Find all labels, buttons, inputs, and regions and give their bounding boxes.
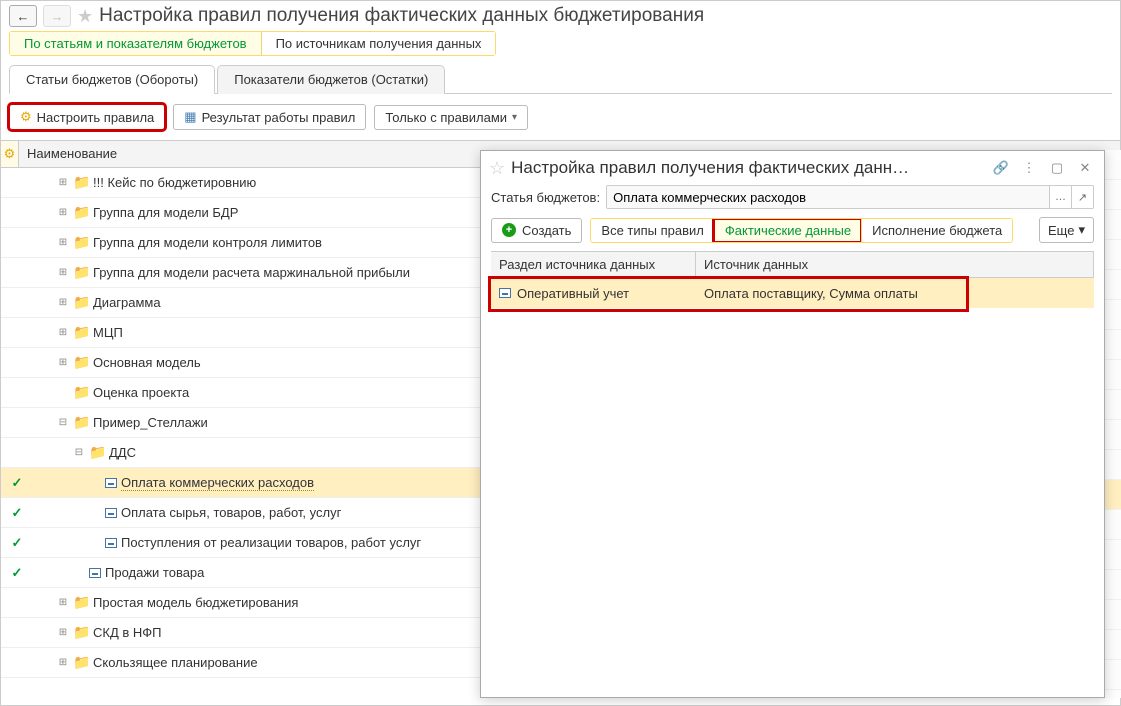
configure-rules-button[interactable]: ⚙ Настроить правила <box>9 104 165 130</box>
check-icon: ✓ <box>1 535 33 551</box>
grid-cell-section: Оперативный учет <box>517 286 629 301</box>
rule-type-tabs: Все типы правил Фактические данные Испол… <box>590 218 1013 243</box>
chevron-down-icon: ▾ <box>1078 222 1085 238</box>
rules-result-button[interactable]: ▦ Результат работы правил <box>173 104 366 130</box>
back-button[interactable]: ← <box>9 5 37 27</box>
dialog-title: Настройка правил получения фактических д… <box>511 158 984 178</box>
expand-icon[interactable]: ⊞ <box>57 597 69 608</box>
tab-budget-exec[interactable]: Исполнение бюджета <box>861 219 1012 242</box>
plus-icon: + <box>502 223 516 237</box>
grid-col-source[interactable]: Источник данных <box>696 252 1094 277</box>
tree-row-label: Основная модель <box>93 355 201 370</box>
item-icon <box>105 508 117 518</box>
tab-all-types[interactable]: Все типы правил <box>591 219 713 242</box>
tree-row-label: СКД в НФП <box>93 625 162 640</box>
grid-col-section[interactable]: Раздел источника данных <box>491 252 696 277</box>
tree-row-label: Простая модель бюджетирования <box>93 595 298 610</box>
folder-icon: 📁 <box>89 444 105 461</box>
only-with-rules-button[interactable]: Только с правилами ▾ <box>374 105 528 130</box>
tree-row-label: Оценка проекта <box>93 385 189 400</box>
folder-icon: 📁 <box>73 654 89 671</box>
folder-icon: 📁 <box>73 264 89 281</box>
check-icon: ✓ <box>1 475 33 491</box>
check-icon: ✓ <box>1 505 33 521</box>
forward-button[interactable]: → <box>43 5 71 27</box>
tree-row-label: !!! Кейс по бюджетировнию <box>93 175 256 190</box>
favorite-star-icon[interactable]: ☆ <box>489 158 505 179</box>
tab-actual-data[interactable]: Фактические данные <box>714 219 861 242</box>
article-input[interactable] <box>607 186 1049 208</box>
gear-icon[interactable]: ⚙ <box>1 141 19 167</box>
item-icon <box>105 538 117 548</box>
folder-icon: 📁 <box>73 204 89 221</box>
tree-row-label: Скользящее планирование <box>93 655 258 670</box>
expand-icon[interactable]: ⊞ <box>57 327 69 338</box>
close-icon[interactable]: ✕ <box>1074 157 1096 179</box>
folder-icon: 📁 <box>73 594 89 611</box>
create-button[interactable]: + Создать <box>491 218 582 243</box>
favorite-star-icon[interactable]: ★ <box>77 6 93 27</box>
create-label: Создать <box>522 223 571 238</box>
gear-icon: ⚙ <box>20 109 32 125</box>
folder-icon: 📁 <box>73 414 89 431</box>
expand-icon[interactable]: ⊞ <box>57 237 69 248</box>
tree-row-label: Продажи товара <box>105 565 204 580</box>
only-with-rules-label: Только с правилами <box>385 110 507 125</box>
filter-by-articles[interactable]: По статьям и показателям бюджетов <box>10 32 262 55</box>
folder-icon: 📁 <box>73 294 89 311</box>
page-title: Настройка правил получения фактических д… <box>99 5 704 27</box>
tree-row-label: Поступления от реализации товаров, работ… <box>121 535 421 550</box>
grid-cell-source: Оплата поставщику, Сумма оплаты <box>696 286 1094 301</box>
item-icon <box>499 288 511 298</box>
open-external-icon[interactable]: ↗ <box>1071 186 1093 208</box>
folder-icon: 📁 <box>73 324 89 341</box>
tab-indicators[interactable]: Показатели бюджетов (Остатки) <box>217 65 445 94</box>
rules-result-label: Результат работы правил <box>202 110 356 125</box>
expand-icon[interactable]: ⊞ <box>57 207 69 218</box>
expand-icon[interactable]: ⊞ <box>57 627 69 638</box>
article-field-label: Статья бюджетов: <box>491 190 600 205</box>
folder-icon: 📁 <box>73 624 89 641</box>
more-label: Еще <box>1048 223 1074 238</box>
right-strip <box>1103 150 1121 698</box>
item-icon <box>105 478 117 488</box>
chevron-down-icon: ▾ <box>512 112 517 123</box>
rules-dialog: ☆ Настройка правил получения фактических… <box>480 150 1105 698</box>
ellipsis-icon[interactable]: … <box>1049 186 1071 208</box>
expand-icon[interactable]: ⊞ <box>57 657 69 668</box>
tree-row-label: Группа для модели БДР <box>93 205 238 220</box>
tab-articles[interactable]: Статьи бюджетов (Обороты) <box>9 65 215 94</box>
collapse-icon[interactable]: ⊟ <box>57 417 69 428</box>
tree-row-label: Оплата сырья, товаров, работ, услуг <box>121 505 341 520</box>
collapse-icon[interactable]: ⊟ <box>73 447 85 458</box>
kebab-icon[interactable]: ⋮ <box>1018 157 1040 179</box>
tree-row-label: МЦП <box>93 325 123 340</box>
grid-header: Раздел источника данных Источник данных <box>491 251 1094 278</box>
item-icon <box>89 568 101 578</box>
scope-filter: По статьям и показателям бюджетов По ист… <box>9 31 496 56</box>
chart-icon: ▦ <box>184 109 196 125</box>
sub-tabs: Статьи бюджетов (Обороты) Показатели бюд… <box>9 64 1112 94</box>
tree-row-label: Пример_Стеллажи <box>93 415 208 430</box>
folder-icon: 📁 <box>73 234 89 251</box>
link-icon[interactable]: 🔗 <box>990 157 1012 179</box>
folder-icon: 📁 <box>73 384 89 401</box>
folder-icon: 📁 <box>73 354 89 371</box>
tree-row-label: Группа для модели расчета маржинальной п… <box>93 265 410 280</box>
expand-icon[interactable]: ⊞ <box>57 267 69 278</box>
filter-by-sources[interactable]: По источникам получения данных <box>262 32 496 55</box>
folder-icon: 📁 <box>73 174 89 191</box>
more-button[interactable]: Еще ▾ <box>1039 217 1094 243</box>
tree-row-label: ДДС <box>109 445 136 460</box>
tree-row-label: Оплата коммерческих расходов <box>121 475 314 491</box>
expand-icon[interactable]: ⊞ <box>57 297 69 308</box>
grid-row[interactable]: Оперативный учет Оплата поставщику, Сумм… <box>491 278 1094 308</box>
tree-row-label: Диаграмма <box>93 295 161 310</box>
expand-icon[interactable]: ⊞ <box>57 357 69 368</box>
tree-row-label: Группа для модели контроля лимитов <box>93 235 322 250</box>
expand-icon[interactable]: ⊞ <box>57 177 69 188</box>
check-icon: ✓ <box>1 565 33 581</box>
maximize-icon[interactable]: ▢ <box>1046 157 1068 179</box>
configure-rules-label: Настроить правила <box>37 110 155 125</box>
